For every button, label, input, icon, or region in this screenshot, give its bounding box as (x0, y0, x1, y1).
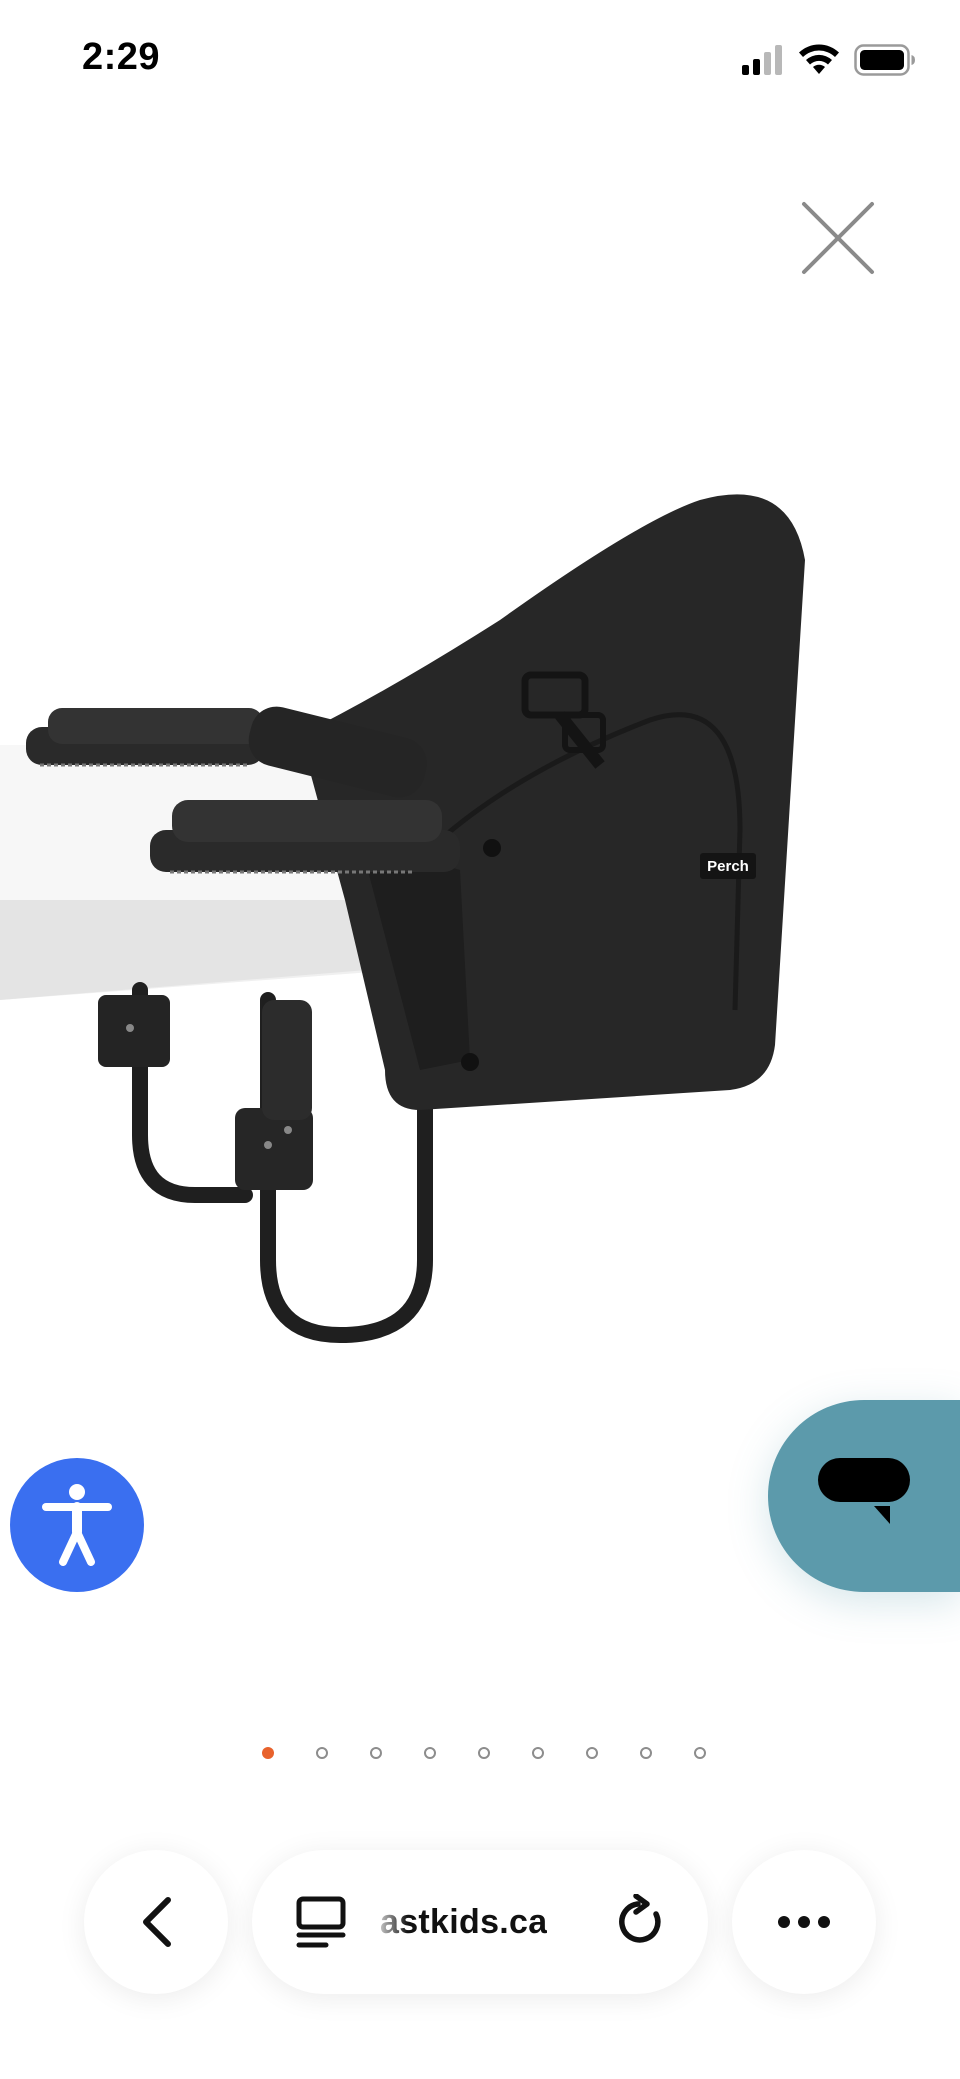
pagination-dot[interactable] (424, 1747, 436, 1759)
chat-bubble-icon (818, 1458, 910, 1524)
browser-toolbar: astkids.ca (0, 1830, 960, 2010)
back-button[interactable] (84, 1850, 228, 1994)
more-button[interactable] (732, 1850, 876, 1994)
status-icons (742, 42, 916, 78)
image-pagination (0, 1747, 960, 1761)
accessibility-button[interactable] (10, 1458, 144, 1592)
product-image: Perch (0, 494, 805, 1344)
product-label-text: Perch (707, 858, 749, 875)
close-icon (802, 202, 874, 274)
more-dots-icon (778, 1916, 830, 1928)
accessibility-icon (42, 1484, 112, 1566)
address-bar[interactable]: astkids.ca (252, 1850, 708, 1994)
pagination-dot[interactable] (694, 1747, 706, 1759)
chat-button[interactable] (768, 1400, 960, 1592)
close-button[interactable] (790, 190, 886, 286)
pagination-dot[interactable] (370, 1747, 382, 1759)
pagination-dot[interactable] (316, 1747, 328, 1759)
pagination-dot[interactable] (532, 1747, 544, 1759)
pagination-dot[interactable] (586, 1747, 598, 1759)
status-bar: 2:29 (0, 0, 960, 120)
cellular-signal-icon (742, 45, 782, 75)
status-time: 2:29 (82, 36, 161, 78)
wifi-icon (799, 44, 839, 74)
pagination-dot[interactable] (478, 1747, 490, 1759)
reload-icon[interactable] (616, 1894, 668, 1950)
pagination-dot[interactable] (640, 1747, 652, 1759)
battery-icon (854, 44, 915, 76)
reader-tab-icon (296, 1896, 346, 1948)
pagination-dot[interactable] (262, 1747, 274, 1759)
address-text: astkids.ca (380, 1902, 548, 1941)
chevron-left-icon (143, 1897, 171, 1947)
